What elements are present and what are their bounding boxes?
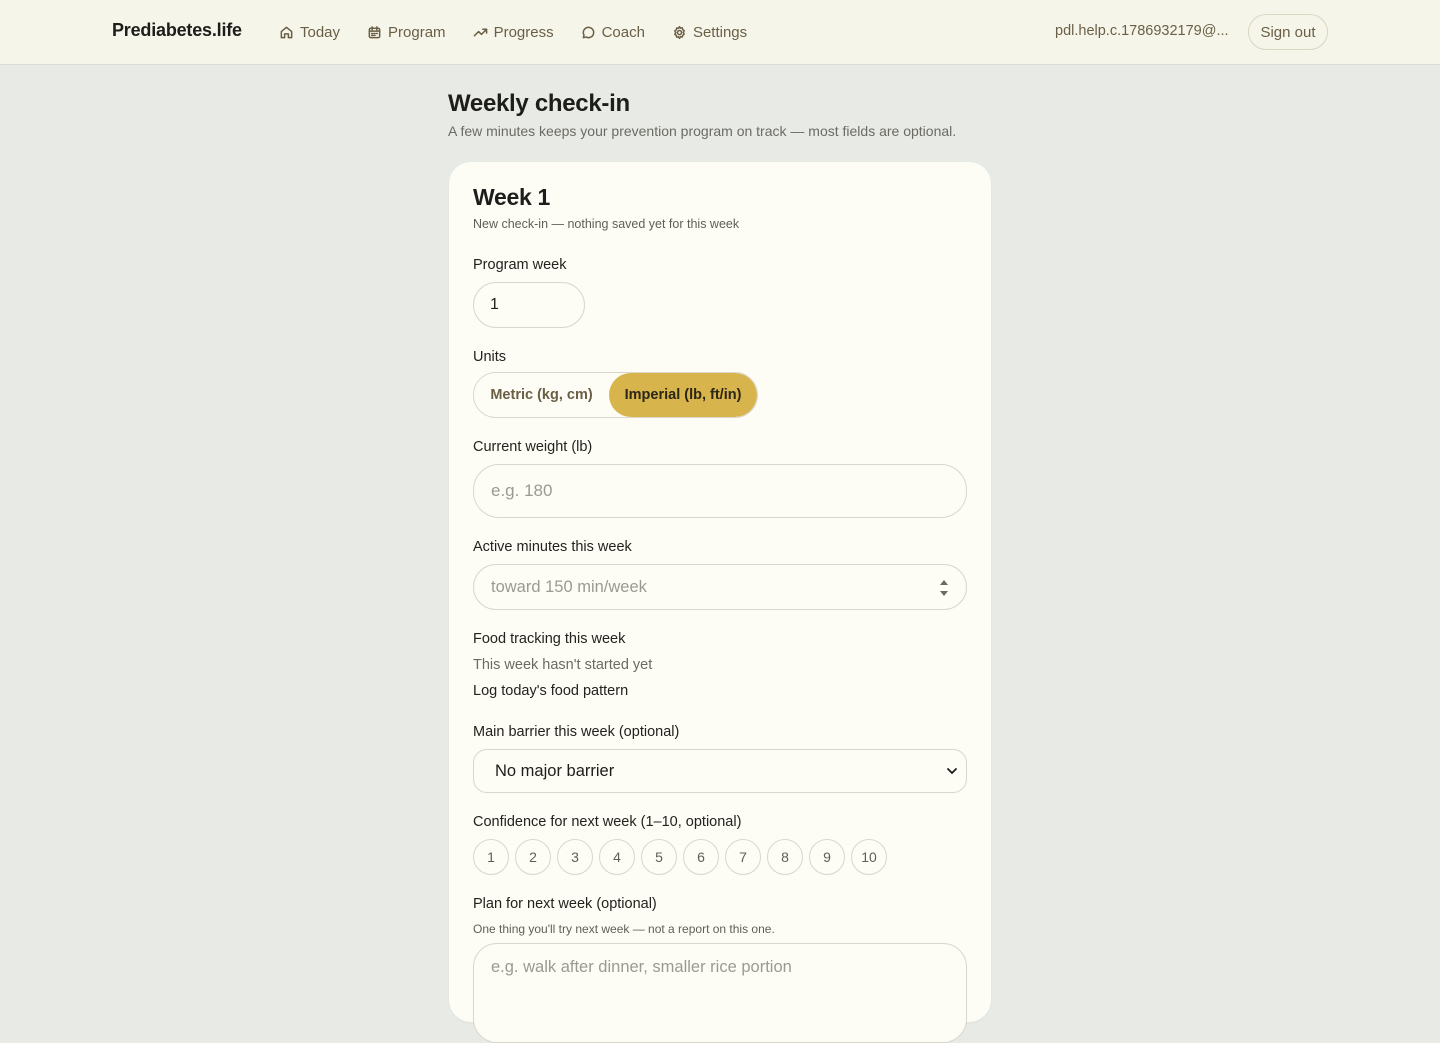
top-navigation-bar: Prediabetes.life Today Program Progress … [0, 0, 1440, 65]
units-metric-option[interactable]: Metric (kg, cm) [474, 373, 610, 417]
page-subtitle: A few minutes keeps your prevention prog… [448, 123, 957, 139]
brand-logo[interactable]: Prediabetes.life [112, 20, 242, 41]
confidence-option-6[interactable]: 6 [683, 839, 719, 875]
confidence-option-2[interactable]: 2 [515, 839, 551, 875]
units-label: Units [473, 349, 507, 365]
plan-textarea[interactable]: e.g. walk after dinner, smaller rice por… [473, 943, 967, 1043]
gear-icon [674, 25, 685, 40]
nav-item-coach[interactable]: Coach [581, 24, 645, 41]
plan-hint: One thing you'll try next week — not a r… [473, 922, 775, 936]
plan-label: Plan for next week (optional) [473, 896, 657, 912]
trend-icon [473, 28, 487, 37]
main-nav: Today Program Progress Coach Settings [279, 0, 774, 65]
barrier-select[interactable]: No major barrier [473, 749, 967, 793]
barrier-selected-value: No major barrier [495, 761, 615, 780]
home-icon [280, 26, 293, 39]
confidence-option-4[interactable]: 4 [599, 839, 635, 875]
program-week-input[interactable]: 1 [473, 282, 585, 328]
food-tracking-status: This week hasn't started yet [473, 657, 653, 673]
number-stepper-icon[interactable] [939, 576, 949, 600]
barrier-label: Main barrier this week (optional) [473, 724, 680, 740]
confidence-option-7[interactable]: 7 [725, 839, 761, 875]
calendar-icon [368, 26, 381, 39]
sign-out-button[interactable]: Sign out [1248, 14, 1328, 50]
weight-label: Current weight (lb) [473, 439, 593, 455]
program-week-label: Program week [473, 257, 567, 273]
chat-bubble-icon [582, 26, 594, 39]
week-status: New check-in — nothing saved yet for thi… [473, 217, 740, 231]
active-minutes-input[interactable]: toward 150 min/week [473, 564, 967, 610]
food-tracking-label: Food tracking this week [473, 631, 626, 647]
nav-item-progress[interactable]: Progress [473, 24, 554, 41]
nav-label: Settings [692, 24, 748, 41]
nav-label: Program [388, 24, 446, 41]
confidence-scale: 1 2 3 4 5 6 7 8 9 10 [473, 839, 893, 875]
units-imperial-option[interactable]: Imperial (lb, ft/in) [609, 373, 757, 417]
confidence-option-9[interactable]: 9 [809, 839, 845, 875]
active-minutes-label: Active minutes this week [473, 539, 632, 555]
checkin-form-card: Week 1 New check-in — nothing saved yet … [449, 162, 991, 1043]
nav-item-program[interactable]: Program [367, 24, 446, 41]
nav-label: Progress [493, 24, 554, 41]
nav-item-settings[interactable]: Settings [672, 24, 747, 41]
confidence-label: Confidence for next week (1–10, optional… [473, 814, 742, 830]
confidence-option-1[interactable]: 1 [473, 839, 509, 875]
confidence-option-10[interactable]: 10 [851, 839, 887, 875]
active-minutes-placeholder: toward 150 min/week [491, 577, 647, 596]
week-title: Week 1 [473, 184, 551, 210]
nav-item-today[interactable]: Today [279, 24, 340, 41]
nav-label: Today [300, 24, 341, 41]
log-food-link[interactable]: Log today's food pattern [473, 683, 628, 699]
page-title: Weekly check-in [448, 90, 630, 117]
units-toggle: Metric (kg, cm) Imperial (lb, ft/in) [473, 372, 758, 418]
user-email: pdl.help.c.1786932179@... [1055, 23, 1229, 39]
chevron-down-icon [947, 768, 957, 775]
confidence-option-3[interactable]: 3 [557, 839, 593, 875]
confidence-option-5[interactable]: 5 [641, 839, 677, 875]
nav-label: Coach [601, 24, 645, 41]
confidence-option-8[interactable]: 8 [767, 839, 803, 875]
weight-input[interactable]: e.g. 180 [473, 464, 967, 518]
